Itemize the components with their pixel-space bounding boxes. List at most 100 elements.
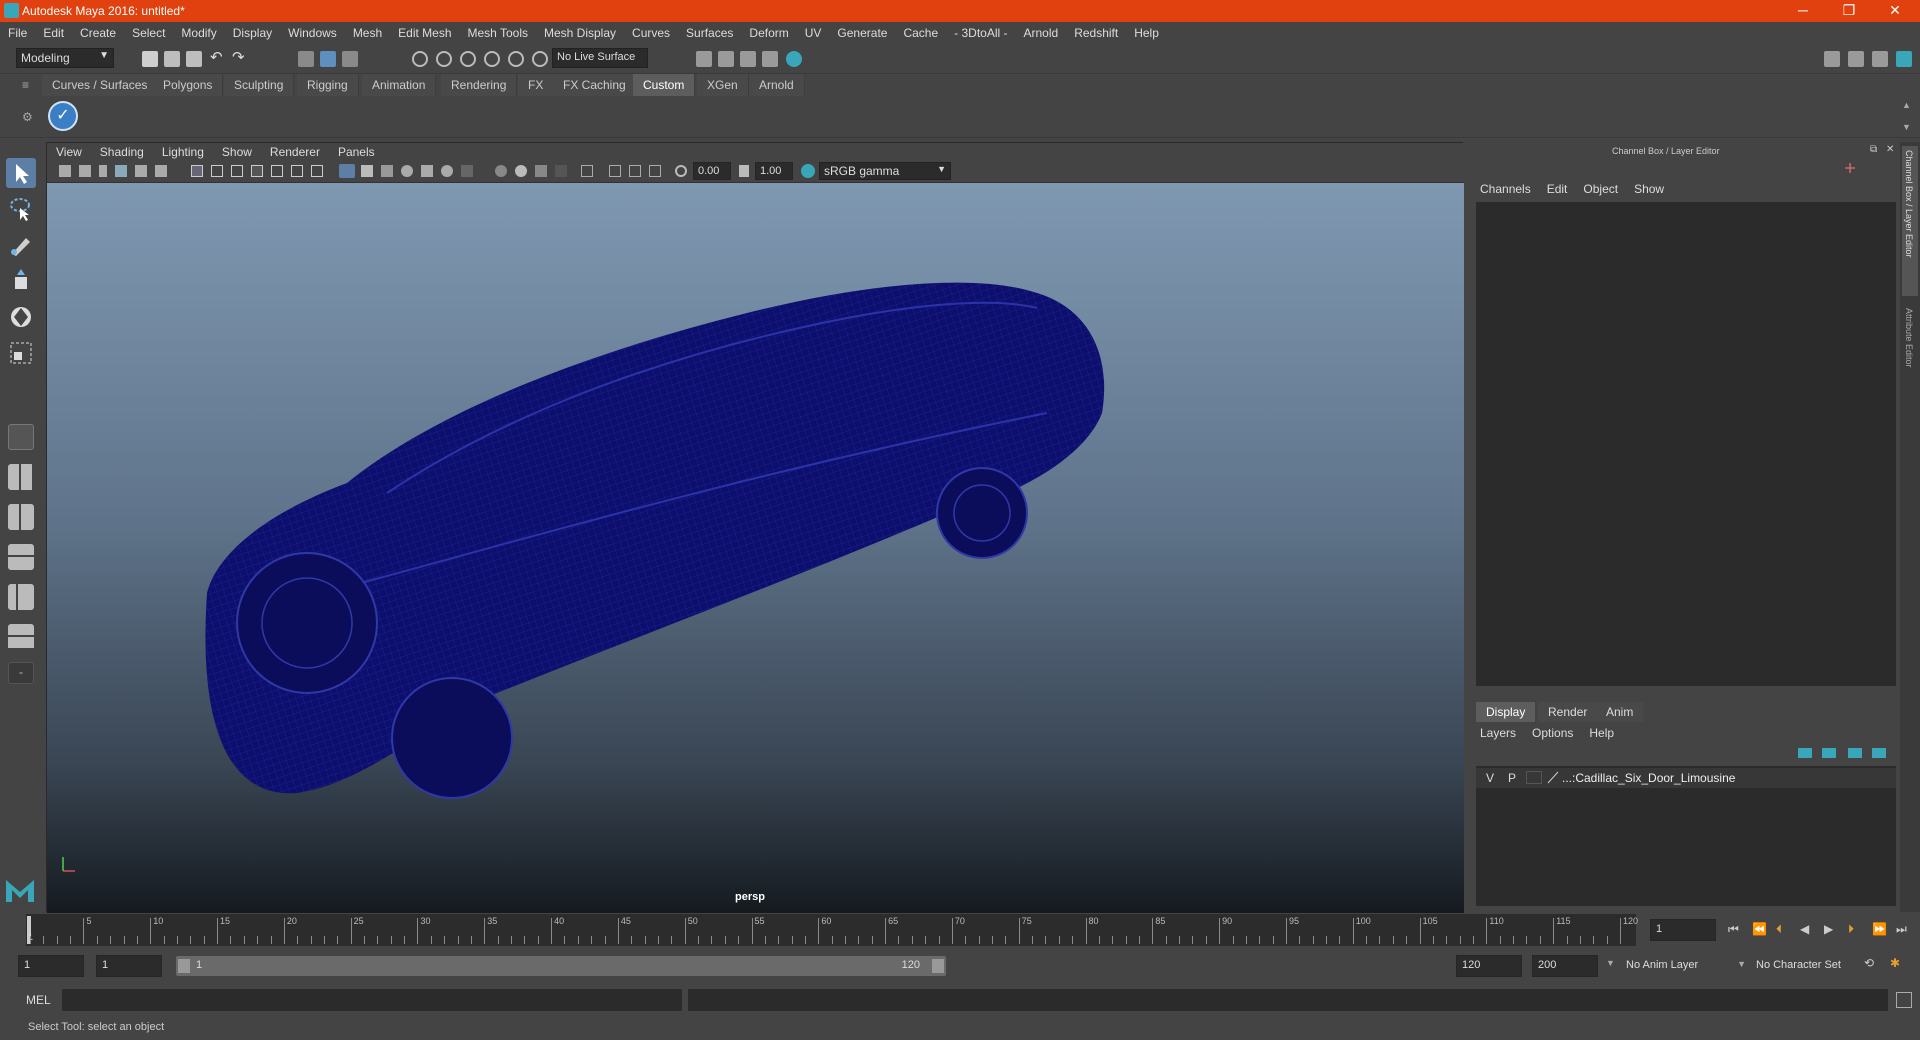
layer-visibility-toggle[interactable]: V bbox=[1486, 771, 1494, 785]
command-input[interactable] bbox=[62, 989, 682, 1011]
wireframe-mode-icon[interactable] bbox=[339, 164, 355, 178]
checkmark-shelf-icon[interactable]: ✓ bbox=[48, 101, 78, 131]
xray-active-components-icon[interactable] bbox=[629, 165, 641, 177]
current-frame-field[interactable]: 1 bbox=[1650, 919, 1716, 941]
go-to-start-icon[interactable]: ⏮ bbox=[1728, 922, 1739, 937]
isolate-select-icon[interactable] bbox=[581, 165, 593, 177]
close-panel-icon[interactable]: ✕ bbox=[1886, 144, 1894, 155]
menu-curves[interactable]: Curves bbox=[624, 26, 678, 40]
layer-menu-layers[interactable]: Layers bbox=[1472, 726, 1524, 740]
persp-outliner-layout-icon[interactable] bbox=[8, 504, 34, 530]
camera-attributes-icon[interactable] bbox=[79, 165, 91, 177]
tab-animation[interactable]: Animation bbox=[362, 74, 437, 96]
range-start-handle[interactable] bbox=[178, 959, 190, 973]
time-ruler[interactable]: 1 51015202530354045505560657075808590951… bbox=[26, 914, 1638, 946]
gate-mask-icon[interactable] bbox=[251, 165, 263, 177]
playback-end-field[interactable]: 120 bbox=[1456, 955, 1522, 977]
tab-fx-caching[interactable]: FX Caching bbox=[553, 74, 637, 96]
textured-icon[interactable] bbox=[421, 165, 433, 177]
ipr-render-icon[interactable] bbox=[740, 51, 756, 67]
tab-rendering[interactable]: Rendering bbox=[441, 74, 518, 96]
playback-start-field[interactable]: 1 bbox=[96, 955, 162, 977]
step-forward-key-icon[interactable]: ⏩ bbox=[1872, 922, 1887, 936]
modeling-toolkit-icon[interactable] bbox=[1824, 51, 1840, 67]
depth-of-field-icon[interactable] bbox=[555, 165, 567, 177]
shelf-scroll-up-icon[interactable]: ▲ bbox=[1902, 100, 1911, 110]
collapse-layouts-icon[interactable]: - bbox=[8, 662, 34, 684]
channel-box-side-tab[interactable]: Channel Box / Layer Editor bbox=[1902, 146, 1918, 296]
go-to-end-icon[interactable]: ⏭ bbox=[1896, 922, 1907, 937]
menu-redshift[interactable]: Redshift bbox=[1066, 26, 1126, 40]
auto-key-icon[interactable]: ⟲ bbox=[1864, 956, 1874, 970]
viewport-canvas[interactable]: persp bbox=[47, 183, 1464, 913]
safe-title-icon[interactable] bbox=[311, 165, 323, 177]
snap-grid-icon[interactable] bbox=[412, 51, 428, 67]
select-hierarchy-icon[interactable] bbox=[298, 51, 314, 67]
smooth-shade-icon[interactable] bbox=[361, 165, 373, 177]
hypershade-layout-icon[interactable] bbox=[8, 624, 34, 650]
step-back-key-icon[interactable]: ⏪ bbox=[1752, 922, 1767, 936]
range-end-handle[interactable] bbox=[932, 959, 944, 973]
cb-menu-edit[interactable]: Edit bbox=[1539, 182, 1576, 196]
screen-space-ao-icon[interactable] bbox=[495, 165, 507, 177]
safe-action-icon[interactable] bbox=[291, 165, 303, 177]
script-language-label[interactable]: MEL bbox=[26, 993, 51, 1007]
range-slider-bar[interactable]: 1 120 bbox=[176, 956, 946, 976]
camera-select-icon[interactable] bbox=[59, 165, 71, 177]
scale-tool-icon[interactable] bbox=[6, 338, 36, 368]
menu-mesh-tools[interactable]: Mesh Tools bbox=[460, 26, 536, 40]
tab-rigging[interactable]: Rigging bbox=[297, 74, 359, 96]
snap-point-icon[interactable] bbox=[460, 51, 476, 67]
tab-fx[interactable]: FX bbox=[518, 74, 555, 96]
layer-playback-toggle[interactable]: P bbox=[1508, 771, 1516, 785]
menu-generate[interactable]: Generate bbox=[829, 26, 895, 40]
menu-file[interactable]: File bbox=[0, 26, 35, 40]
render-frame-icon[interactable] bbox=[718, 51, 734, 67]
vp-menu-lighting[interactable]: Lighting bbox=[153, 145, 213, 159]
vp-menu-show[interactable]: Show bbox=[213, 145, 261, 159]
shelf-scroll-down-icon[interactable]: ▼ bbox=[1902, 122, 1911, 132]
move-layer-down-icon[interactable] bbox=[1822, 748, 1836, 758]
xray-icon[interactable] bbox=[609, 165, 621, 177]
save-scene-icon[interactable] bbox=[186, 51, 202, 67]
tab-sculpting[interactable]: Sculpting bbox=[224, 74, 295, 96]
menu-mesh[interactable]: Mesh bbox=[345, 26, 390, 40]
tab-render[interactable]: Render bbox=[1538, 702, 1598, 722]
hypershade-icon[interactable] bbox=[786, 51, 802, 67]
cb-menu-object[interactable]: Object bbox=[1575, 182, 1626, 196]
menu-set-dropdown[interactable]: Modeling ▼ bbox=[16, 48, 114, 68]
four-view-layout-icon[interactable] bbox=[8, 464, 34, 490]
layer-color-swatch[interactable] bbox=[1546, 771, 1560, 784]
outliner-persp-layout-icon[interactable] bbox=[8, 584, 34, 610]
persp-graph-layout-icon[interactable] bbox=[8, 544, 34, 570]
menu-arnold[interactable]: Arnold bbox=[1016, 26, 1067, 40]
menu-windows[interactable]: Windows bbox=[280, 26, 345, 40]
layer-menu-help[interactable]: Help bbox=[1581, 726, 1622, 740]
single-perspective-layout-icon[interactable] bbox=[8, 424, 34, 450]
new-scene-icon[interactable] bbox=[142, 51, 158, 67]
menu-help[interactable]: Help bbox=[1126, 26, 1167, 40]
live-surface-field[interactable]: No Live Surface bbox=[552, 48, 648, 68]
redo-icon[interactable]: ↷ bbox=[232, 50, 248, 67]
lasso-tool-icon[interactable] bbox=[6, 194, 36, 224]
menu-edit[interactable]: Edit bbox=[35, 26, 72, 40]
end-time-field[interactable]: 200 bbox=[1532, 955, 1598, 977]
start-time-field[interactable]: 1 bbox=[18, 955, 84, 977]
field-chart-icon[interactable] bbox=[271, 165, 283, 177]
shadows-icon[interactable] bbox=[461, 165, 473, 177]
open-scene-icon[interactable] bbox=[164, 51, 180, 67]
step-forward-frame-icon[interactable]: ⏵ bbox=[1848, 922, 1854, 937]
select-component-icon[interactable] bbox=[342, 51, 358, 67]
select-object-icon[interactable] bbox=[320, 51, 336, 67]
render-settings-icon[interactable] bbox=[762, 51, 778, 67]
animation-preferences-icon[interactable]: ✱ bbox=[1890, 956, 1900, 970]
end-time-chevron-icon[interactable]: ▼ bbox=[1606, 958, 1615, 968]
paint-select-tool-icon[interactable] bbox=[6, 230, 36, 260]
rotate-tool-icon[interactable] bbox=[6, 302, 36, 332]
menu-mesh-display[interactable]: Mesh Display bbox=[536, 26, 624, 40]
attribute-editor-toggle-icon[interactable] bbox=[1848, 51, 1864, 67]
shaded-wireframe-icon[interactable] bbox=[401, 165, 413, 177]
tab-display[interactable]: Display bbox=[1476, 702, 1536, 722]
exposure-field[interactable]: 0.00 bbox=[693, 162, 731, 180]
grid-icon[interactable] bbox=[191, 165, 203, 177]
